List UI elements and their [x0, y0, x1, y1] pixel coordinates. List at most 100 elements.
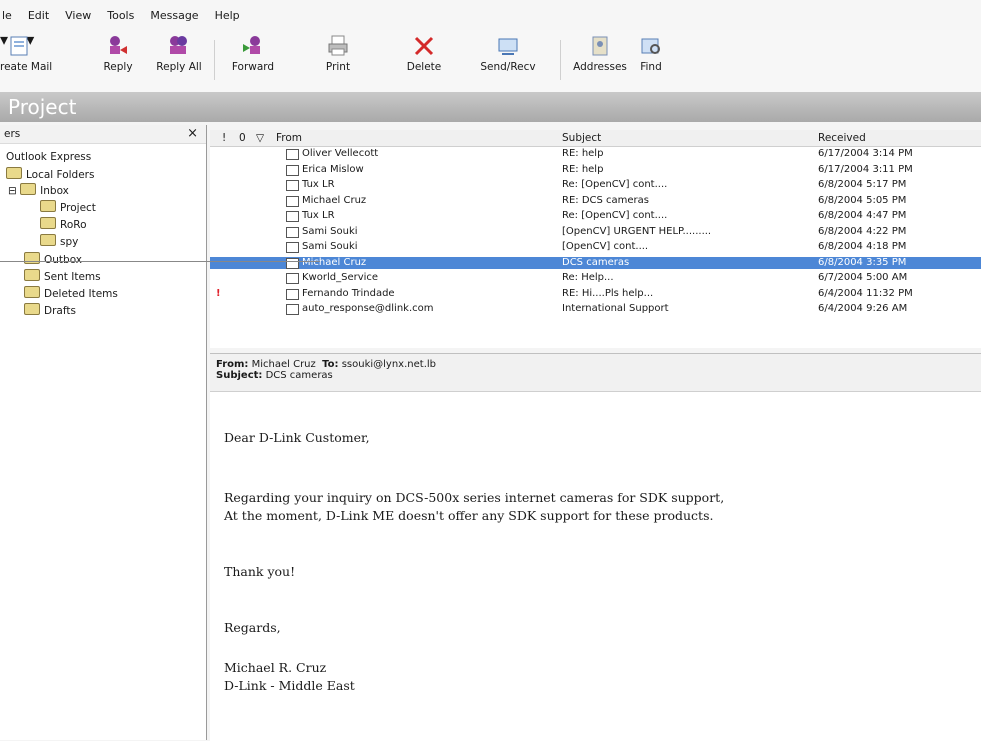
find-button[interactable]: Find [636, 34, 666, 73]
folder-roro[interactable]: RoRo [40, 217, 87, 231]
preview-from-line: From: Michael Cruz To: ssouki@lynx.net.l… [216, 359, 981, 370]
cell-from: Tux LR [302, 210, 335, 221]
cell-from: Michael Cruz [302, 194, 367, 206]
folder-project[interactable]: Project [40, 200, 96, 214]
cell-from: Sami Souki [302, 225, 358, 237]
preview-from: Michael Cruz [251, 359, 316, 370]
table-row[interactable]: Sami Souki [OpenCV] URGENT HELP......... 6… [210, 226, 981, 238]
folder-label: Deleted Items [44, 288, 118, 300]
column-from[interactable]: From [276, 132, 302, 144]
table-row[interactable]: auto_response@dlink.com International Sup… [210, 303, 981, 315]
cell-subject: Re: [OpenCV] cont.... [562, 179, 668, 190]
cell-received: 6/17/2004 3:11 PM [818, 163, 913, 175]
table-row[interactable]: ! Fernando Trindade RE: Hi....Pls help... 6… [210, 288, 981, 300]
envelope-icon [286, 288, 299, 300]
toolbar-separator [214, 40, 215, 80]
cell-from: Kworld_Service [302, 272, 379, 283]
preview-subject: DCS cameras [265, 370, 333, 381]
folder-sent-items[interactable]: Sent Items [24, 269, 101, 283]
folder-outbox[interactable]: Outbox [24, 252, 82, 266]
folder-drafts[interactable]: Drafts [24, 303, 76, 317]
message-list: ! 0 ▽ From Subject Received Oliver Velle… [210, 130, 981, 348]
forward-button[interactable]: Forward [228, 34, 278, 73]
forward-icon [243, 36, 260, 54]
folder-inbox[interactable]: ⊟ Inbox [8, 183, 69, 197]
table-row[interactable]: Oliver Vellecott RE: help 6/17/2004 3:14 P… [210, 148, 981, 160]
from-label: From: [216, 359, 249, 370]
envelope-icon [286, 149, 299, 160]
folder-icon [40, 234, 56, 246]
folder-label: Outbox [44, 254, 83, 266]
menu-view[interactable]: View [65, 9, 91, 22]
delete-button[interactable]: Delete [402, 34, 446, 73]
divider-line [0, 261, 320, 262]
close-icon[interactable]: × [187, 125, 198, 143]
cell-from: Michael Cruz [302, 256, 367, 268]
folders-header: ers × [0, 125, 206, 144]
cell-received: 6/4/2004 11:32 PM [818, 287, 913, 299]
envelope-icon [286, 304, 299, 315]
folder-local-folders[interactable]: Local Folders [6, 167, 94, 181]
cell-subject: International Support [562, 303, 669, 314]
reply-button[interactable]: Reply [98, 34, 138, 73]
table-row[interactable]: Tux LR Re: [OpenCV] cont.... 6/8/2004 4:47… [210, 210, 981, 222]
envelope-icon [286, 164, 299, 176]
folder-label: Project [60, 202, 96, 214]
body-line: Regards, [224, 620, 281, 635]
folder-spy[interactable]: spy [40, 234, 78, 248]
new-mail-icon [10, 36, 28, 56]
cell-received: 6/8/2004 5:05 PM [818, 194, 907, 206]
table-row[interactable]: Tux LR Re: [OpenCV] cont.... 6/8/2004 5:17… [210, 179, 981, 191]
envelope-icon [286, 226, 299, 238]
table-row[interactable]: Michael Cruz DCS cameras 6/8/2004 3:35 PM [210, 256, 981, 269]
delete-x-icon [414, 36, 434, 56]
print-label: Print [325, 61, 351, 73]
reply-icon [110, 36, 127, 54]
menu-help[interactable]: Help [215, 9, 240, 22]
reply-all-label: Reply All [156, 61, 202, 73]
menu-bar: le Edit View Tools Message Help [0, 0, 981, 30]
body-line: D-Link - Middle East [224, 678, 355, 693]
cell-from: Oliver Vellecott [302, 148, 379, 159]
delete-label: Delete [406, 61, 442, 73]
column-subject[interactable]: Subject [562, 132, 601, 144]
collapse-icon[interactable]: ⊟ [8, 185, 17, 197]
send-recv-label: Send/Recv [480, 61, 536, 73]
cell-from: Fernando Trindade [302, 287, 395, 299]
create-mail-label: reate Mail [0, 61, 53, 73]
folder-label: Local Folders [26, 169, 95, 181]
table-row[interactable]: Kworld_Service Re: Help... 6/7/2004 5:00 A… [210, 272, 981, 284]
table-row[interactable]: Michael Cruz RE: DCS cameras 6/8/2004 5:05… [210, 195, 981, 207]
cell-subject: [OpenCV] cont.... [562, 241, 649, 252]
envelope-icon [286, 273, 299, 284]
send-recv-button[interactable]: Send/Recv [478, 34, 538, 73]
table-row[interactable]: Sami Souki [OpenCV] cont.... 6/8/2004 4:18… [210, 241, 981, 253]
create-mail-button[interactable]: reate Mail [0, 34, 53, 73]
cell-received: 6/8/2004 4:47 PM [818, 210, 907, 221]
forward-label: Forward [231, 61, 275, 73]
cell-received: 6/8/2004 5:17 PM [818, 179, 907, 190]
menu-edit[interactable]: Edit [28, 9, 49, 22]
column-flag[interactable]: ▽ [256, 132, 264, 144]
reply-label: Reply [103, 61, 133, 73]
addresses-label: Addresses [573, 61, 627, 73]
folder-deleted-items[interactable]: Deleted Items [24, 286, 118, 300]
column-attachment[interactable]: 0 [239, 132, 246, 144]
menu-message[interactable]: Message [150, 9, 198, 22]
folder-outlook-express[interactable]: Outlook Express [6, 151, 91, 163]
column-priority[interactable]: ! [222, 132, 226, 144]
cell-subject: DCS cameras [562, 256, 630, 268]
print-button[interactable]: Print [318, 34, 358, 73]
menu-tools[interactable]: Tools [107, 9, 134, 22]
drafts-icon [24, 303, 40, 315]
page-title: Project [8, 95, 77, 119]
folder-label: RoRo [60, 219, 87, 231]
menu-file[interactable]: le [2, 9, 12, 22]
reply-all-button[interactable]: Reply All [154, 34, 204, 73]
column-received[interactable]: Received [818, 132, 866, 144]
cell-received: 6/8/2004 3:35 PM [818, 256, 907, 268]
reply-all-icon [170, 36, 187, 54]
addresses-button[interactable]: Addresses [572, 34, 628, 73]
folders-pane: ers × Outlook Express Local Folders ⊟ In… [0, 125, 207, 740]
table-row[interactable]: Erica Mislow RE: help 6/17/2004 3:11 PM [210, 164, 981, 176]
